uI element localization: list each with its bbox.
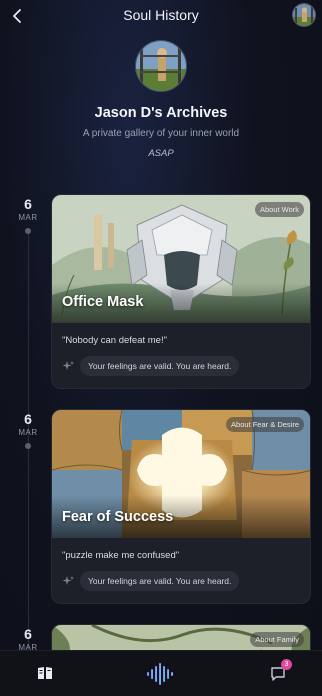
entry-card[interactable]: About Fear & Desire Fear of Success "puz… (51, 409, 311, 604)
entry-artwork: About Fear & Desire Fear of Success (52, 410, 310, 538)
notification-badge: 3 (281, 659, 292, 670)
page-title: Soul History (123, 7, 199, 23)
avatar[interactable] (292, 3, 316, 27)
entry-date: 6 MAR (14, 626, 42, 652)
archive-tag: ASAP (148, 148, 174, 159)
entry-quote: "Nobody can defeat me!" (62, 335, 167, 346)
category-badge: About Work (254, 202, 304, 217)
profile-section: Jason D's Archives A private gallery of … (0, 40, 322, 159)
response-row: Your feelings are valid. You are heard. (52, 346, 310, 388)
entry-artwork: About Work Office Mask (52, 195, 310, 323)
date-month: MAR (18, 213, 38, 222)
entry-date: 6 MAR (14, 411, 42, 449)
archive-name: Jason D's Archives (94, 105, 228, 121)
archive-subtitle: A private gallery of your inner world (82, 128, 240, 139)
voice-wave-icon[interactable] (145, 662, 177, 686)
timeline-dot (25, 443, 31, 449)
profile-avatar[interactable] (135, 40, 187, 92)
entry-title: Office Mask (62, 294, 144, 310)
sparkle-icon (62, 361, 74, 370)
date-month: MAR (18, 428, 38, 437)
entry-card[interactable]: About Work Office Mask "Nobody can defea… (51, 194, 311, 389)
timeline-dot (25, 228, 31, 234)
category-badge: About Fear & Desire (226, 417, 304, 432)
entry-quote: "puzzle make me confused" (62, 550, 180, 561)
book-icon[interactable] (37, 666, 53, 680)
response-bubble: Your feelings are valid. You are heard. (80, 571, 240, 591)
date-day: 6 (24, 411, 32, 427)
bottom-nav: 3 (0, 650, 322, 696)
sparkle-icon (62, 576, 74, 585)
top-bar: Soul History (0, 0, 322, 32)
entry-title: Fear of Success (62, 509, 174, 525)
response-bubble: Your feelings are valid. You are heard. (80, 356, 240, 376)
timeline-line (28, 230, 29, 680)
date-day: 6 (24, 196, 32, 212)
response-row: Your feelings are valid. You are heard. (52, 561, 310, 603)
category-badge: About Family (250, 632, 304, 647)
date-day: 6 (24, 626, 32, 642)
entry-date: 6 MAR (14, 196, 42, 234)
